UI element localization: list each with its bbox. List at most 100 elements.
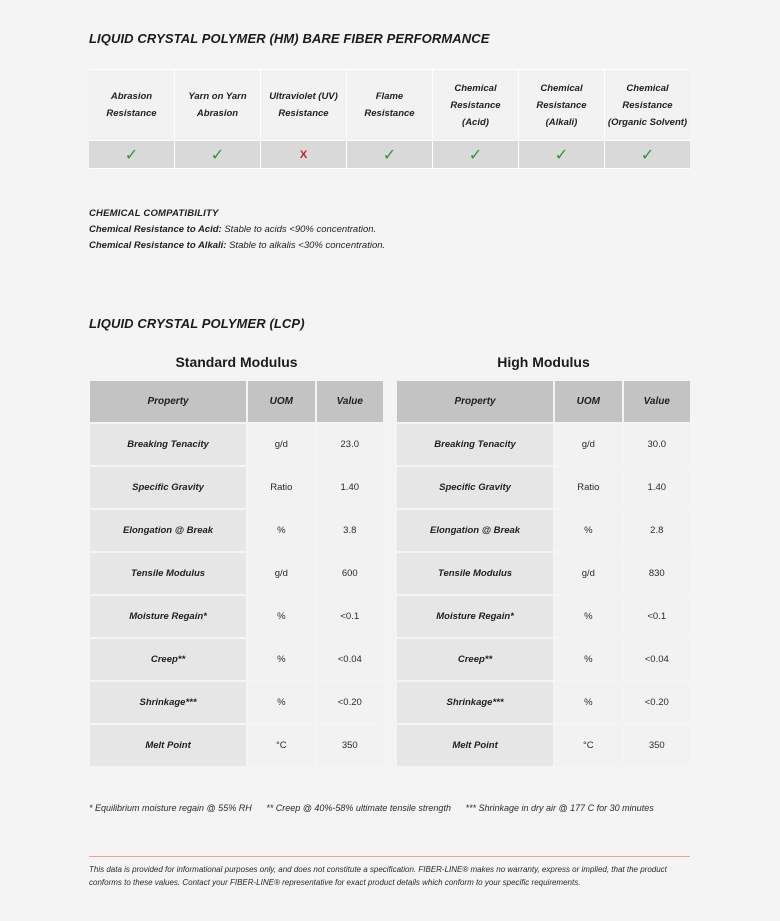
table-row: Moisture Regain*% <0.1 (397, 596, 690, 637)
checkmark-icon: ✓ (640, 146, 655, 164)
property-cell: Creep** (90, 639, 247, 680)
header-line: Chemical (454, 82, 497, 94)
table-row: Shrinkage***% <0.20 (397, 682, 690, 723)
uom-cell: % (555, 639, 622, 680)
header-line: Resistance (622, 99, 673, 111)
checkmark-icon: ✓ (382, 146, 397, 164)
x-mark-icon: X (299, 148, 308, 161)
table-row: Tensile Modulus g/d 600 (90, 553, 383, 594)
checkmark-icon: ✓ (468, 146, 483, 164)
alkali-resistance-text: Stable to alkalis <30% concentration. (226, 240, 386, 251)
header-line: Chemical (540, 82, 583, 94)
uom-cell: % (248, 510, 315, 551)
table-row: Shrinkage***% <0.20 (90, 682, 383, 723)
property-cell: Elongation @ Break (90, 510, 247, 551)
header-uom: UOM (555, 381, 622, 422)
footnotes: * Equilibrium moisture regain @ 55% RH *… (89, 803, 666, 813)
header-line: Resistance (278, 108, 329, 119)
checkmark-icon: ✓ (124, 146, 139, 164)
property-cell: Tensile Modulus (90, 553, 247, 594)
table-row: Elongation @ Break% 3.8 (90, 510, 383, 551)
property-cell: Breaking Tenacity (397, 424, 554, 465)
value-cell: <0.1 (623, 596, 690, 637)
header-line: Resistance (536, 99, 587, 111)
property-cell: Shrinkage*** (90, 682, 247, 723)
header-line: Abrasion (110, 91, 153, 102)
performance-column: Flame Resistance ✓ (347, 69, 432, 168)
value-cell: <0.04 (316, 639, 383, 680)
value-cell: 30.0 (623, 424, 690, 465)
uom-cell: % (555, 510, 622, 551)
footnote-creep: ** Creep @ 40%-58% ultimate tensile stre… (266, 803, 451, 813)
performance-column-header: Chemical Resistance (Alkali) (519, 69, 604, 140)
table-row: Breaking Tenacity g/d 23.0 (90, 424, 383, 465)
value-cell: 600 (316, 553, 383, 594)
uom-cell: % (248, 596, 315, 637)
checkmark-icon: ✓ (554, 146, 569, 164)
property-cell: Creep** (397, 639, 554, 680)
table-row: Melt Point °C 350 (90, 725, 383, 766)
performance-column-header: Chemical Resistance (Acid) (433, 69, 518, 140)
performance-title: LIQUID CRYSTAL POLYMER (HM) BARE FIBER P… (89, 31, 490, 46)
footnote-moisture: * Equilibrium moisture regain @ 55% RH (89, 803, 252, 813)
lcp-title: LIQUID CRYSTAL POLYMER (LCP) (89, 316, 305, 331)
header-property: Property (90, 381, 247, 422)
value-cell: 350 (623, 725, 690, 766)
performance-table: Abrasion Resistance ✓ Yarn on Yarn Abrasion ✓… (89, 69, 690, 169)
table-header-row: Property UOM Value (90, 381, 383, 422)
property-cell: Breaking Tenacity (90, 424, 247, 465)
header-line: (Acid) (462, 116, 489, 128)
performance-column-header: Flame Resistance (347, 69, 432, 140)
chemical-compatibility: CHEMICAL COMPATIBILITY Chemical Resistan… (89, 208, 385, 256)
uom-cell: g/d (248, 553, 315, 594)
performance-result-cell: ✓ (519, 141, 604, 168)
uom-cell: g/d (555, 553, 622, 594)
property-cell: Melt Point (90, 725, 247, 766)
high-modulus-title: High Modulus (497, 354, 590, 370)
header-line: Flame (375, 91, 404, 102)
table-row: Moisture Regain*% <0.1 (90, 596, 383, 637)
header-line: Abrasion (196, 108, 239, 119)
property-cell: Melt Point (397, 725, 554, 766)
performance-result-cell: ✓ (433, 141, 518, 168)
header-line: Ultraviolet (UV) (269, 91, 338, 102)
header-line: Yarn on Yarn (188, 91, 247, 102)
performance-result-cell: X (261, 141, 346, 168)
property-cell: Moisture Regain* (397, 596, 554, 637)
standard-modulus-block: Standard Modulus Property UOM Value Brea… (90, 354, 383, 768)
table-row: Melt Point °C 350 (397, 725, 690, 766)
table-row: Tensile Modulus g/d 830 (397, 553, 690, 594)
alkali-resistance-label: Chemical Resistance to Alkali: (89, 240, 227, 251)
value-cell: <0.20 (623, 682, 690, 723)
performance-column: Chemical Resistance (Acid) ✓ (433, 69, 518, 168)
header-line: (Organic Solvent) (607, 116, 688, 128)
table-row: Specific Gravity Ratio 1.40 (397, 467, 690, 508)
performance-column-header: Chemical Resistance (Organic Solvent) (605, 69, 690, 140)
performance-result-cell: ✓ (347, 141, 432, 168)
uom-cell: °C (555, 725, 622, 766)
high-modulus-table: Property UOM Value Breaking Tenacity g/d 3… (395, 379, 692, 768)
acid-resistance-line: Chemical Resistance to Acid: Stable to a… (89, 224, 385, 235)
table-row: Creep**% <0.04 (90, 639, 383, 680)
alkali-resistance-line: Chemical Resistance to Alkali: Stable to… (89, 240, 385, 251)
header-line: (Alkali) (545, 116, 578, 128)
uom-cell: % (555, 682, 622, 723)
chemical-compatibility-heading: CHEMICAL COMPATIBILITY (89, 208, 219, 219)
performance-column: Chemical Resistance (Organic Solvent) ✓ (605, 69, 690, 168)
divider-rule (89, 856, 690, 857)
value-cell: 830 (623, 553, 690, 594)
property-cell: Elongation @ Break (397, 510, 554, 551)
table-row: Creep**% <0.04 (397, 639, 690, 680)
performance-result-cell: ✓ (89, 141, 174, 168)
header-value: Value (316, 381, 383, 422)
performance-column-header: Yarn on Yarn Abrasion (175, 69, 260, 140)
header-line: Chemical (626, 82, 669, 94)
uom-cell: % (248, 682, 315, 723)
disclaimer: This data is provided for informational … (89, 865, 667, 887)
performance-column: Abrasion Resistance ✓ (89, 69, 174, 168)
uom-cell: Ratio (248, 467, 315, 508)
performance-column-header: Abrasion Resistance (89, 69, 174, 140)
property-cell: Tensile Modulus (397, 553, 554, 594)
value-cell: <0.04 (623, 639, 690, 680)
performance-column-header: Ultraviolet (UV) Resistance (261, 69, 346, 140)
